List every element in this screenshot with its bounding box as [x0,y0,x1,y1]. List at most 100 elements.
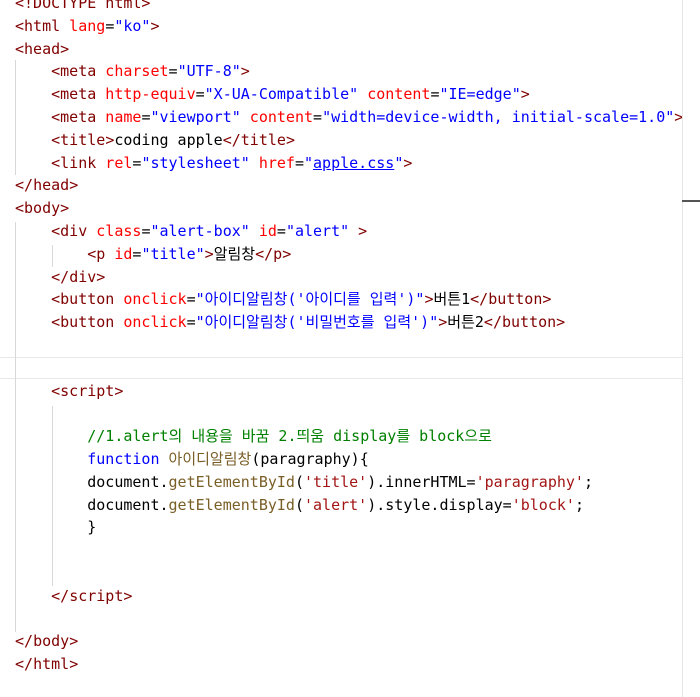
code-line[interactable]: <link rel="stylesheet" href="apple.css"> [15,152,412,175]
code-token: ; [574,495,584,514]
code-token: > [69,632,79,651]
code-token: </ [15,655,34,674]
code-token: < [51,153,61,172]
code-token: </ [51,586,70,605]
code-token: document. [87,495,169,514]
code-token: > [520,85,530,104]
code-token: > [403,153,413,172]
code-token: ; [583,472,593,491]
code-token: http-equiv [96,85,196,104]
code-line[interactable]: <title>coding apple</title> [15,129,295,152]
code-token: < [51,313,61,332]
vertical-scrollbar[interactable] [682,0,700,697]
code-line[interactable]: <body> [15,197,69,220]
code-token: } [87,518,97,537]
code-token: id [249,222,277,240]
code-token: </ [15,632,34,651]
code-token: ).innerHTML= [367,472,476,491]
code-token: head [24,39,61,58]
code-line[interactable]: function 아이디알림창(paragraphy){ [15,448,369,471]
code-token: "alert-box" [150,222,250,240]
code-token: = [186,290,196,309]
code-token: "아이디알림창('아이디를 입력')" [195,290,425,309]
code-line[interactable]: document.getElementById('title').innerHT… [15,471,593,494]
code-token: id [105,244,133,263]
code-line[interactable]: <!DOCTYPE html> [15,0,150,15]
code-line[interactable]: </head> [15,174,78,197]
code-token: ( [294,495,304,514]
code-token: script [69,586,124,605]
code-token: = [195,85,205,104]
code-line[interactable]: <html lang="ko"> [15,15,160,38]
code-token: coding apple [114,130,223,149]
code-token: </ [483,313,502,332]
code-token: </ [222,130,241,149]
code-line[interactable]: </html> [15,653,78,676]
code-token: < [51,62,61,81]
code-token: "X-UA-Compatible" [204,85,359,104]
code-token: href [249,153,295,172]
code-line[interactable]: </script> [15,585,132,608]
code-editor[interactable]: <!DOCTYPE html> <html lang="ko"> <head> <m… [0,0,700,697]
code-line[interactable]: } [15,516,96,539]
code-token: > [204,244,214,263]
code-token: //1.alert의 내용을 바꿈 2.띄움 display를 block으로 [87,427,492,446]
code-token: content [358,85,431,104]
code-token: = [186,313,196,332]
code-line[interactable]: <script> [15,380,123,403]
code-token: < [15,39,25,58]
code-token: p [96,244,106,263]
code-token: getElementById [168,472,295,491]
code-token: body [33,632,70,651]
code-line[interactable]: <div class="alert-box" id="alert" > [15,220,367,243]
code-token: script [60,381,115,400]
code-token: 버튼2 [447,313,484,332]
code-line[interactable]: </div> [15,266,105,289]
code-token: onclick [114,313,187,332]
code-token: <!DOCTYPE html> [15,0,151,12]
code-line[interactable]: <meta name="viewport" content="width=dev… [15,106,683,129]
code-token: > [114,381,124,400]
code-token: button [60,313,115,332]
scrollbar-marker [682,200,700,202]
code-token: 알림창 [213,244,256,263]
code-token: "width=device-width, initial-scale=1.0" [322,108,675,126]
code-token: "ko" [114,16,151,35]
code-token: </ [51,267,70,286]
code-token: 아이디알림창 [159,450,252,468]
code-token: 'paragraphy' [475,472,584,491]
code-token: title [240,130,286,149]
code-token: "IE=edge" [439,85,521,104]
code-token: div [60,222,88,240]
code-token: > [542,290,552,309]
code-line[interactable]: <p id="title">알림창</p> [15,243,291,266]
code-token: 'title' [304,472,368,491]
code-token: < [51,108,61,126]
code-token: name [96,108,142,126]
code-token: = [168,62,178,81]
code-line[interactable]: <head> [15,38,69,61]
code-token: " [304,153,314,172]
code-token: < [51,290,61,309]
code-line[interactable]: //1.alert의 내용을 바꿈 2.띄움 display를 block으로 [15,425,492,448]
code-token: charset [96,62,169,81]
code-line[interactable]: document.getElementById('alert').style.d… [15,494,584,517]
code-token: apple.css [313,153,395,172]
code-line[interactable]: </body> [15,630,78,653]
code-token: content [240,108,314,126]
code-token: document. [87,472,169,491]
code-token: head [33,176,70,195]
code-line[interactable]: <button onclick="아이디알림창('아이디를 입력')">버튼1<… [15,288,551,311]
code-token: < [51,85,61,104]
code-line[interactable]: <button onclick="아이디알림창('비밀번호를 입력')">버튼2… [15,311,565,334]
code-line[interactable]: <meta charset="UTF-8"> [15,60,250,83]
code-token: > [282,244,292,263]
code-token: rel [96,153,133,172]
code-token: ( [294,472,304,491]
code-line[interactable]: <meta http-equiv="X-UA-Compatible" conte… [15,83,530,106]
current-line-highlight [0,357,700,379]
